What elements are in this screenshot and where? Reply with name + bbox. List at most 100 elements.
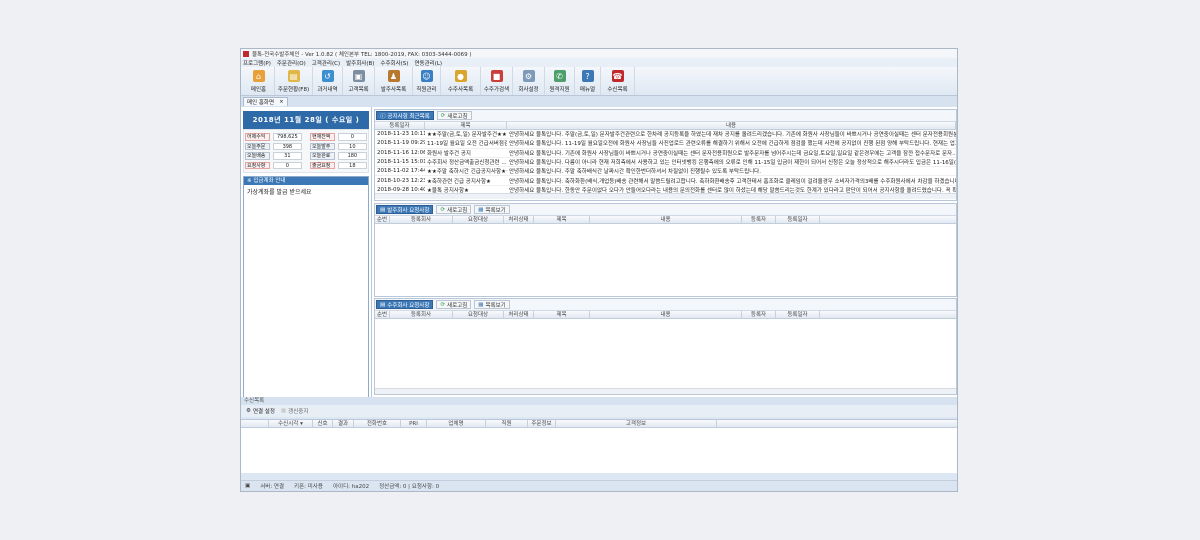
- list-icon: ▦: [478, 206, 484, 213]
- supply-list-button[interactable]: ▦ 목록보기: [474, 300, 510, 309]
- notice-row[interactable]: 2018-11-19 09:29 11-19일 월요일 오전 긴급서버점검 안녕하세…: [375, 139, 956, 149]
- column-header[interactable]: PRI: [401, 420, 427, 427]
- column-header[interactable]: 제목: [425, 122, 507, 129]
- toolbar-button-6[interactable]: ● 수주사목록: [441, 67, 481, 95]
- toolbar-label: 회사설정: [518, 87, 539, 93]
- stat-label: 오늘주문: [245, 142, 270, 150]
- column-header[interactable]: 처리상태: [504, 311, 534, 318]
- column-header[interactable]: 등록자: [742, 311, 776, 318]
- order-refresh-button[interactable]: ⟳ 새로고침: [436, 205, 472, 214]
- column-header[interactable]: [241, 420, 269, 427]
- column-header[interactable]: 등록일자: [776, 216, 820, 223]
- column-header[interactable]: 제목: [534, 216, 590, 223]
- notice-row[interactable]: 2018-10-23 12:23 ★축하관련 긴급 공지사항★ 안녕하세요 물톡입니…: [375, 176, 956, 186]
- notice-refresh-button[interactable]: ⟳ 새로고침: [436, 111, 472, 120]
- menu-item[interactable]: 프로그램(P): [243, 59, 271, 67]
- keyphone-status: 키폰: 미사용: [294, 484, 323, 490]
- toolbar-label: 메인홈: [250, 87, 267, 93]
- toolbar-button-5[interactable]: ☺ 직원관리: [413, 67, 441, 95]
- column-header[interactable]: 요청대상: [453, 311, 504, 318]
- notice-row[interactable]: 2018-09-28 10:40 ★물톡 공지사항★ 안녕하세요 물톡입니다. 한동…: [375, 186, 956, 193]
- stat-value: 180: [337, 152, 367, 160]
- column-header[interactable]: 제목: [534, 311, 590, 318]
- column-header[interactable]: 내용: [590, 311, 742, 318]
- notice-title: 화원사 발주건 공지: [427, 150, 471, 157]
- menu-item[interactable]: 발주회사(B): [346, 59, 374, 67]
- deposit-account-info: ※ 입금계좌 안내 가상계좌를 발급 받으세요: [243, 176, 369, 400]
- column-header[interactable]: 신호: [313, 420, 333, 427]
- toolbar-label: 원격지원: [549, 87, 570, 93]
- tab-close-icon[interactable]: ×: [279, 99, 284, 105]
- column-header[interactable]: 순번: [375, 311, 390, 318]
- notice-title: 수주회사 정산금액출금신청관련 ...: [427, 160, 507, 167]
- column-header[interactable]: 등록일자: [375, 122, 425, 129]
- column-header[interactable]: 등록회사: [390, 311, 453, 318]
- menu-item[interactable]: 연동관리(L): [414, 59, 442, 67]
- toolbar-button-11[interactable]: ☎ 수신목록: [601, 67, 635, 95]
- tab-strip: 메인 홈화면 ×: [241, 96, 957, 106]
- notice-row[interactable]: 2018-11-15 15:01 수주회사 정산금액출금신청관련 ... 안녕하세요…: [375, 158, 956, 168]
- settings-icon: ⚙: [522, 70, 535, 82]
- toolbar-button-7[interactable]: ■ 수주가검색: [481, 67, 513, 95]
- button-label: 목록보기: [485, 302, 506, 309]
- column-header[interactable]: 등록일자: [776, 311, 820, 318]
- notice-row[interactable]: 2018-11-16 12:06 화원사 발주건 공지 안녕하세요 물톡입니다. 기…: [375, 149, 956, 158]
- column-header[interactable]: 등록회사: [390, 216, 453, 223]
- order-request-button[interactable]: ▤ 발주회사 요청사항: [376, 205, 434, 214]
- gear-icon: ⚙: [246, 408, 251, 414]
- toolbar-button-1[interactable]: ▤ 주문현황(F8): [275, 67, 313, 95]
- telephone-icon: ☎: [611, 70, 624, 82]
- stats-row: 요청사항 0 출금요청 18: [245, 161, 367, 171]
- notice-rows: 2018-11-23 10:11 ★★주말(금,토,일) 문자발주건★★ 안녕하세요…: [375, 130, 956, 193]
- column-header[interactable]: 등록자: [742, 216, 776, 223]
- column-header[interactable]: 고객정보: [556, 420, 717, 427]
- stats-row: 오늘배송 31 오늘완료 180: [245, 151, 367, 161]
- current-date: 2018년 11월 28일 ( 수요일 ): [243, 111, 369, 129]
- price-search-icon: ■: [490, 70, 503, 82]
- column-header[interactable]: 내용: [507, 122, 956, 129]
- document-icon: ▤: [380, 301, 386, 308]
- notice-row[interactable]: 2018-11-23 10:11 ★★주말(금,토,일) 문자발주건★★ 안녕하세요…: [375, 130, 956, 140]
- stop-refresh-button[interactable]: ■ 갱신중지: [281, 407, 308, 415]
- connect-settings-button[interactable]: ⚙ 연결 설정: [246, 407, 275, 415]
- supply-refresh-button[interactable]: ⟳ 새로고침: [436, 300, 472, 309]
- toolbar-button-8[interactable]: ⚙ 회사설정: [513, 67, 545, 95]
- horizontal-scrollbar[interactable]: [375, 388, 956, 394]
- column-header[interactable]: 직원: [486, 420, 528, 427]
- button-label: 공지사항 최근목록: [387, 113, 430, 120]
- notice-list-button[interactable]: ⓘ 공지사항 최근목록: [376, 111, 434, 120]
- menu-item[interactable]: 고객관리(C): [312, 59, 340, 67]
- window-title: 물톡-전국수발주체인 - Ver 1.0.82 ( 체인본부 TEL: 1800…: [252, 51, 472, 58]
- menu-item[interactable]: 주문관리(O): [277, 59, 306, 67]
- button-label: 새로고침: [447, 302, 468, 309]
- column-header[interactable]: 결과: [333, 420, 354, 427]
- toolbar-button-10[interactable]: ? 매뉴얼: [575, 67, 601, 95]
- notice-row[interactable]: 2018-11-02 17:44 ★★주말 축하시간 긴급공지사항★★ 안녕하세요 …: [375, 167, 956, 177]
- column-header[interactable]: 요청대상: [453, 216, 504, 223]
- order-list-button[interactable]: ▦ 목록보기: [474, 205, 510, 214]
- column-header[interactable]: 업체명: [427, 420, 486, 427]
- column-header[interactable]: 수신시각 ▾: [269, 420, 313, 427]
- toolbar-button-3[interactable]: ▣ 고객목록: [343, 67, 375, 95]
- toolbar-button-4[interactable]: ♟ 발주사목록: [375, 67, 413, 95]
- notice-title: ★★주말 축하시간 긴급공지사항★★: [427, 169, 507, 176]
- tab-main-home[interactable]: 메인 홈화면 ×: [243, 97, 288, 106]
- column-header[interactable]: 순번: [375, 216, 390, 223]
- column-header[interactable]: 내용: [590, 216, 742, 223]
- horizontal-scrollbar[interactable]: [375, 193, 956, 199]
- supply-request-button[interactable]: ▤ 수주회사 요청사항: [376, 300, 434, 309]
- manual-icon: ?: [581, 70, 594, 82]
- toolbar-label: 주문현황(F8): [277, 87, 310, 93]
- column-header[interactable]: 주문정보: [528, 420, 556, 427]
- column-header[interactable]: 전화번호: [354, 420, 401, 427]
- menu-item[interactable]: 수주회사(S): [380, 59, 408, 67]
- toolbar-button-0[interactable]: ⌂ 메인홈: [243, 67, 275, 95]
- tab-label: 메인 홈화면: [247, 100, 275, 106]
- refresh-icon: ⟳: [440, 301, 446, 308]
- toolbar-button-2[interactable]: ↺ 과거내역: [313, 67, 343, 95]
- notice-date: 2018-09-28 10:40: [377, 186, 425, 193]
- column-header[interactable]: 처리상태: [504, 216, 534, 223]
- toolbar-button-9[interactable]: ✆ 원격지원: [545, 67, 575, 95]
- notice-date: 2018-11-19 09:29: [377, 140, 425, 147]
- info-title: ※ 입금계좌 안내: [244, 177, 368, 185]
